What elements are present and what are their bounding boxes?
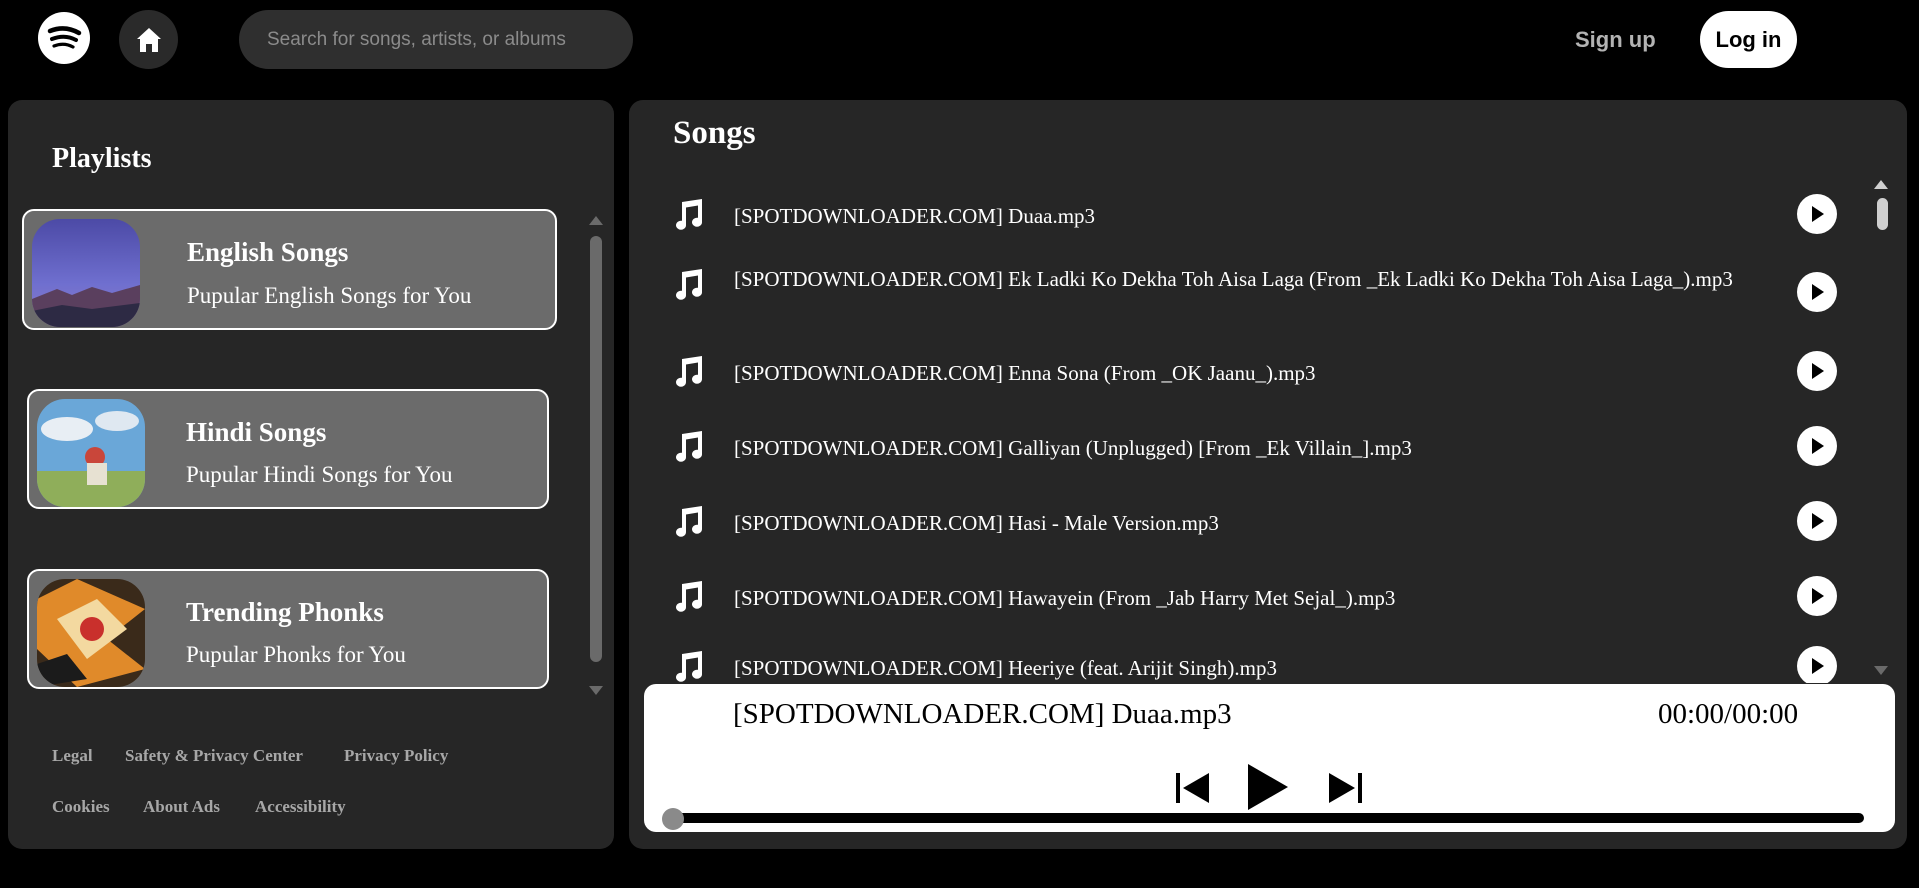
play-icon xyxy=(1812,363,1824,379)
play-icon xyxy=(1812,658,1824,674)
spotify-logo-button[interactable] xyxy=(38,12,90,64)
song-title: [SPOTDOWNLOADER.COM] Ek Ladki Ko Dekha T… xyxy=(734,267,1733,291)
play-pause-button[interactable] xyxy=(1244,762,1290,812)
song-title: [SPOTDOWNLOADER.COM] Enna Sona (From _OK… xyxy=(734,361,1316,385)
playlist-description: Pupular Hindi Songs for You xyxy=(186,462,453,487)
music-note-icon xyxy=(676,651,703,682)
signup-button[interactable]: Sign up xyxy=(1575,20,1656,60)
song-row[interactable]: [SPOTDOWNLOADER.COM] Hawayein (From _Jab… xyxy=(640,576,1860,626)
footer-link-privacy-policy[interactable]: Privacy Policy xyxy=(344,746,448,766)
song-title: [SPOTDOWNLOADER.COM] Duaa.mp3 xyxy=(734,204,1096,228)
sidebar-scroll-down-arrow[interactable] xyxy=(589,686,603,695)
playlist-card-english[interactable]: English Songs Pupular English Songs for … xyxy=(22,209,557,330)
song-row[interactable]: [SPOTDOWNLOADER.COM] Heeriye (feat. Arij… xyxy=(640,646,1860,683)
song-row[interactable]: [SPOTDOWNLOADER.COM] Enna Sona (From _OK… xyxy=(640,351,1860,401)
song-play-button[interactable] xyxy=(1797,646,1837,683)
sidebar-scrollbar[interactable] xyxy=(590,236,602,662)
footer-link-about-ads[interactable]: About Ads xyxy=(143,797,220,817)
song-title: [SPOTDOWNLOADER.COM] Heeriye (feat. Arij… xyxy=(734,656,1278,680)
home-icon xyxy=(136,27,161,52)
play-icon xyxy=(1812,438,1824,454)
song-list: [SPOTDOWNLOADER.COM] Duaa.mp3 [SPOTDOWNL… xyxy=(629,170,1889,683)
songs-title: Songs xyxy=(673,115,756,151)
song-play-button[interactable] xyxy=(1797,501,1837,541)
music-note-icon xyxy=(676,581,703,612)
playlist-description: Pupular English Songs for You xyxy=(187,283,472,308)
footer-link-safety[interactable]: Safety & Privacy Center xyxy=(125,746,303,766)
playback-time: 00:00/00:00 xyxy=(1658,698,1799,730)
next-track-button[interactable] xyxy=(1326,770,1364,806)
playlist-cover-hindi xyxy=(37,399,145,507)
song-play-button[interactable] xyxy=(1797,576,1837,616)
songs-scroll-down-arrow[interactable] xyxy=(1874,666,1888,675)
playlist-title: Hindi Songs xyxy=(186,417,327,447)
song-title: [SPOTDOWNLOADER.COM] Galliyan (Unplugged… xyxy=(734,436,1412,460)
footer-link-accessibility[interactable]: Accessibility xyxy=(255,797,346,817)
play-icon xyxy=(1812,206,1824,222)
music-note-icon xyxy=(676,199,703,230)
song-row[interactable]: [SPOTDOWNLOADER.COM] Duaa.mp3 xyxy=(640,194,1860,244)
music-note-icon xyxy=(676,356,703,387)
playlist-card-phonks[interactable]: Trending Phonks Pupular Phonks for You xyxy=(27,569,549,689)
playlist-cover-phonks xyxy=(37,579,145,687)
song-play-button[interactable] xyxy=(1797,194,1837,234)
footer-link-legal[interactable]: Legal xyxy=(52,746,93,766)
progress-handle[interactable] xyxy=(662,808,684,830)
spotify-logo-icon xyxy=(38,12,90,64)
play-icon xyxy=(1812,284,1824,300)
playlists-title: Playlists xyxy=(52,143,152,174)
play-icon xyxy=(1812,513,1824,529)
sidebar-scroll-up-arrow[interactable] xyxy=(589,216,603,225)
now-playing-title: [SPOTDOWNLOADER.COM] Duaa.mp3 xyxy=(733,698,1232,730)
song-row[interactable]: [SPOTDOWNLOADER.COM] Hasi - Male Version… xyxy=(640,501,1860,551)
progress-bar[interactable] xyxy=(664,813,1864,823)
play-icon xyxy=(1812,588,1824,604)
login-button[interactable]: Log in xyxy=(1700,11,1797,68)
song-row[interactable]: [SPOTDOWNLOADER.COM] Ek Ladki Ko Dekha T… xyxy=(640,267,1860,328)
song-title: [SPOTDOWNLOADER.COM] Hasi - Male Version… xyxy=(734,511,1219,535)
previous-track-button[interactable] xyxy=(1174,770,1212,806)
song-row[interactable]: [SPOTDOWNLOADER.COM] Galliyan (Unplugged… xyxy=(640,426,1860,476)
home-button[interactable] xyxy=(119,10,178,69)
song-title: [SPOTDOWNLOADER.COM] Hawayein (From _Jab… xyxy=(734,586,1396,610)
search-input[interactable] xyxy=(239,10,633,69)
footer-link-cookies[interactable]: Cookies xyxy=(52,797,110,817)
playlist-card-hindi[interactable]: Hindi Songs Pupular Hindi Songs for You xyxy=(27,389,549,509)
songs-scrollbar[interactable] xyxy=(1877,198,1888,230)
music-note-icon xyxy=(676,269,703,300)
playlist-description: Pupular Phonks for You xyxy=(186,642,406,667)
playlist-title: Trending Phonks xyxy=(186,597,384,627)
music-note-icon xyxy=(676,506,703,537)
music-note-icon xyxy=(676,431,703,462)
song-play-button[interactable] xyxy=(1797,272,1837,312)
playlist-title: English Songs xyxy=(187,237,349,267)
playlist-cover-english xyxy=(32,219,140,327)
song-play-button[interactable] xyxy=(1797,351,1837,391)
song-play-button[interactable] xyxy=(1797,426,1837,466)
songs-scroll-up-arrow[interactable] xyxy=(1874,180,1888,189)
